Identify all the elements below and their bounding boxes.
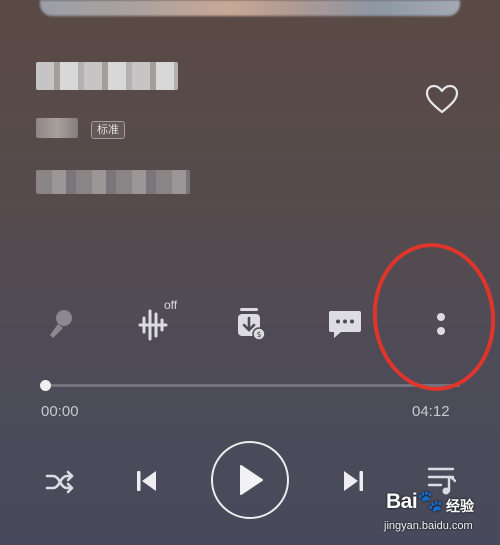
album-art (40, 0, 460, 16)
current-time: 00:00 (41, 403, 79, 420)
total-time: 04:12 (412, 403, 450, 420)
quality-badge[interactable]: 标准 (91, 121, 125, 139)
watermark-brand: Bai🐾 (386, 490, 443, 513)
progress-bar[interactable] (46, 384, 460, 387)
effect-off-label: off (164, 298, 178, 312)
like-button[interactable] (424, 83, 460, 115)
sing-button[interactable] (36, 298, 86, 348)
watermark-text: 经验 (446, 498, 474, 514)
baidu-jingyan-watermark: Bai🐾 经验 jingyan.baidu.com (382, 488, 500, 545)
next-icon (344, 471, 363, 491)
next-button[interactable] (336, 461, 372, 501)
shuffle-icon (45, 470, 74, 494)
play-icon (240, 465, 263, 495)
song-title-blurred (36, 62, 178, 90)
download-icon: $ (238, 308, 266, 341)
comment-icon (329, 311, 361, 338)
svg-text:$: $ (256, 330, 261, 339)
comment-button[interactable] (320, 298, 370, 348)
download-button[interactable]: $ (224, 298, 274, 348)
previous-icon (137, 471, 156, 491)
watermark-url: jingyan.baidu.com (384, 520, 473, 532)
microphone-icon (50, 310, 72, 338)
album-info-blurred (36, 170, 190, 194)
annotation-circle (365, 237, 500, 397)
artist-blurred (36, 118, 78, 138)
play-button[interactable] (211, 441, 289, 519)
sound-effect-button[interactable]: off (128, 298, 178, 348)
previous-button[interactable] (128, 461, 164, 501)
heart-icon (425, 84, 459, 114)
shuffle-button[interactable] (40, 462, 80, 502)
progress-handle[interactable] (40, 380, 51, 391)
